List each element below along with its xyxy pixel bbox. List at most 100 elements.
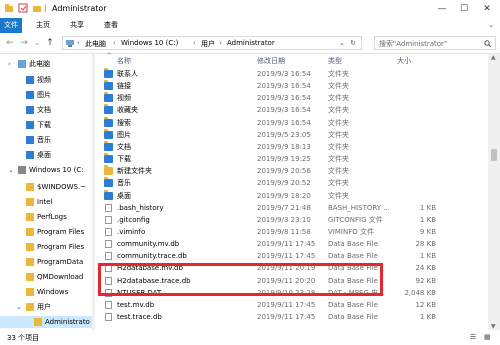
- details-view-icon[interactable]: ☰: [470, 333, 476, 341]
- file-name: 链接: [117, 82, 131, 91]
- nav-item[interactable]: Intel: [0, 196, 95, 208]
- folder-icon: [26, 228, 34, 236]
- recent-locations-button[interactable]: ⌄: [31, 37, 43, 49]
- file-row[interactable]: 联系人 2019/9/3 16:54 文件夹: [96, 68, 488, 80]
- file-size: 1 KB: [419, 252, 436, 261]
- search-input[interactable]: 搜索"Administrator": [374, 36, 496, 50]
- address-dropdown-icon[interactable]: ⌄: [339, 39, 345, 47]
- nav-item[interactable]: 音乐: [0, 134, 95, 146]
- scroll-thumb[interactable]: [491, 149, 497, 161]
- large-icons-view-icon[interactable]: ▦: [484, 333, 491, 341]
- scroll-up-icon[interactable]: ▲: [491, 54, 496, 61]
- file-row[interactable]: 音乐 2019/9/9 20:52 文件夹: [96, 177, 488, 189]
- breadcrumb-sep[interactable]: ›: [113, 39, 116, 47]
- file-list-scrollbar[interactable]: ▲ ▼: [488, 54, 500, 330]
- file-row[interactable]: .gitconfig 2019/9/3 23:10 GITCONFIG 文件 1 KB: [96, 214, 488, 226]
- file-row[interactable]: 桌面 2019/9/9 18:20 文件夹: [96, 189, 488, 202]
- breadcrumb-administrator[interactable]: Administrator: [227, 39, 275, 47]
- quick-access-dropdown-icon[interactable]: |: [44, 4, 46, 12]
- file-row[interactable]: community.mv.db 2019/9/11 17:45 Data Base …: [96, 238, 488, 250]
- nav-item[interactable]: 视频: [0, 74, 95, 86]
- nav-item[interactable]: Administrato: [0, 316, 95, 328]
- nav-item[interactable]: ⌄ Windows 10 (C:: [0, 164, 95, 176]
- expand-ribbon-icon[interactable]: ⌄: [488, 21, 494, 29]
- file-type: Data Base File: [328, 300, 378, 309]
- tab-share[interactable]: 共享: [64, 18, 90, 33]
- tab-view[interactable]: 查看: [98, 18, 124, 33]
- file-type: 文件夹: [328, 118, 349, 127]
- file-row[interactable]: 图片 2019/9/5 23:05 文件夹: [96, 128, 488, 141]
- expand-chevron-icon[interactable]: ›: [8, 58, 11, 70]
- expand-chevron-icon[interactable]: ⌄: [16, 301, 22, 313]
- breadcrumb-this-pc[interactable]: 此电脑: [85, 39, 106, 49]
- folder-icon: [26, 303, 34, 311]
- nav-item[interactable]: 下载: [0, 119, 95, 131]
- nav-item[interactable]: Windows: [0, 286, 95, 298]
- file-row[interactable]: 下载 2019/9/9 19:25 文件夹: [96, 153, 488, 165]
- column-size[interactable]: 大小: [397, 56, 411, 66]
- file-row[interactable]: test.trace.db 2019/9/11 17:45 Data Base Fi…: [96, 311, 488, 323]
- address-path[interactable]: › 此电脑 › Windows 10 (C:) › 用户 › Administr…: [62, 36, 362, 50]
- file-type: 文件夹: [328, 94, 349, 103]
- file-row[interactable]: 视频 2019/9/3 16:54 文件夹: [96, 92, 488, 104]
- nav-item-label: Intel: [37, 198, 53, 206]
- file-icon: [105, 203, 112, 212]
- file-row[interactable]: test.mv.db 2019/9/11 17:45 Data Base File 1…: [96, 299, 488, 311]
- nav-scrollbar[interactable]: [92, 54, 95, 330]
- nav-item[interactable]: ⌄ 用户: [0, 301, 95, 313]
- tab-file[interactable]: 文件: [0, 18, 22, 33]
- nav-item-label: 用户: [37, 303, 51, 311]
- close-button[interactable]: ✕: [477, 2, 497, 16]
- nav-item[interactable]: ProgramData: [0, 256, 95, 268]
- file-row[interactable]: 链接 2019/9/3 16:54 文件夹: [96, 80, 488, 92]
- file-row[interactable]: community.trace.db 2019/9/11 17:45 Data Ba…: [96, 250, 488, 262]
- desktop-icon: [104, 189, 113, 200]
- nav-item[interactable]: › 此电脑: [0, 58, 95, 70]
- nav-item[interactable]: QMDownload: [0, 271, 95, 283]
- column-name[interactable]: 名称: [117, 56, 131, 66]
- up-button[interactable]: ↑: [44, 37, 56, 49]
- breadcrumb-sep[interactable]: ›: [193, 39, 196, 47]
- quick-access-icon[interactable]: [4, 3, 14, 13]
- file-size: 9 KB: [419, 227, 436, 236]
- column-date[interactable]: 修改日期: [257, 56, 285, 66]
- breadcrumb-sep[interactable]: ›: [219, 39, 222, 47]
- breadcrumb-users[interactable]: 用户: [201, 39, 215, 49]
- nav-item[interactable]: $WINDOWS.~: [0, 181, 95, 193]
- file-row[interactable]: 文档 2019/9/9 18:13 文件夹: [96, 140, 488, 153]
- breadcrumb-sep[interactable]: ›: [77, 39, 80, 47]
- forward-button[interactable]: →: [18, 37, 30, 49]
- nav-item[interactable]: PerfLogs: [0, 211, 95, 223]
- file-type: 文件夹: [328, 167, 349, 176]
- maximize-button[interactable]: ☐: [454, 2, 474, 16]
- minimize-button[interactable]: —: [432, 2, 452, 16]
- tab-home[interactable]: 主页: [30, 18, 56, 33]
- nav-item[interactable]: 桌面: [0, 149, 95, 161]
- nav-item[interactable]: Program Files: [0, 241, 95, 253]
- column-type[interactable]: 类型: [328, 56, 342, 66]
- file-date: 2019/9/9 20:52: [257, 179, 311, 188]
- nav-item-label: 此电脑: [29, 60, 50, 68]
- new-folder-icon[interactable]: [32, 3, 42, 13]
- properties-icon[interactable]: [18, 3, 28, 13]
- file-row[interactable]: 新建文件夹 2019/9/9 20:56 文件夹: [96, 165, 488, 177]
- sort-up-icon: ^: [106, 52, 112, 60]
- breadcrumb-drive-c[interactable]: Windows 10 (C:): [121, 39, 178, 47]
- download-icon: [26, 121, 34, 129]
- nav-item[interactable]: 文档: [0, 104, 95, 116]
- expand-chevron-icon[interactable]: ⌄: [8, 164, 14, 176]
- file-row[interactable]: 搜索 2019/9/3 16:54 文件夹: [96, 116, 488, 129]
- back-button[interactable]: ←: [4, 37, 16, 49]
- nav-item[interactable]: Program Files: [0, 226, 95, 238]
- video-icon: [26, 76, 34, 84]
- desktop-icon: [26, 151, 34, 159]
- refresh-button[interactable]: ↻: [350, 39, 356, 47]
- pc-icon: [66, 40, 74, 47]
- file-row[interactable]: 收藏夹 2019/9/3 16:54 文件夹: [96, 104, 488, 116]
- scroll-down-icon[interactable]: ▼: [491, 323, 496, 330]
- nav-item[interactable]: 图片: [0, 89, 95, 101]
- file-row[interactable]: .bash_history 2019/9/7 21:48 BASH_HISTORY …: [96, 202, 488, 214]
- file-date: 2019/9/3 16:54: [257, 70, 311, 78]
- file-name: 搜索: [117, 118, 131, 127]
- file-row[interactable]: .viminfo 2019/9/8 11:58 VIMINFO 文件 9 KB: [96, 226, 488, 238]
